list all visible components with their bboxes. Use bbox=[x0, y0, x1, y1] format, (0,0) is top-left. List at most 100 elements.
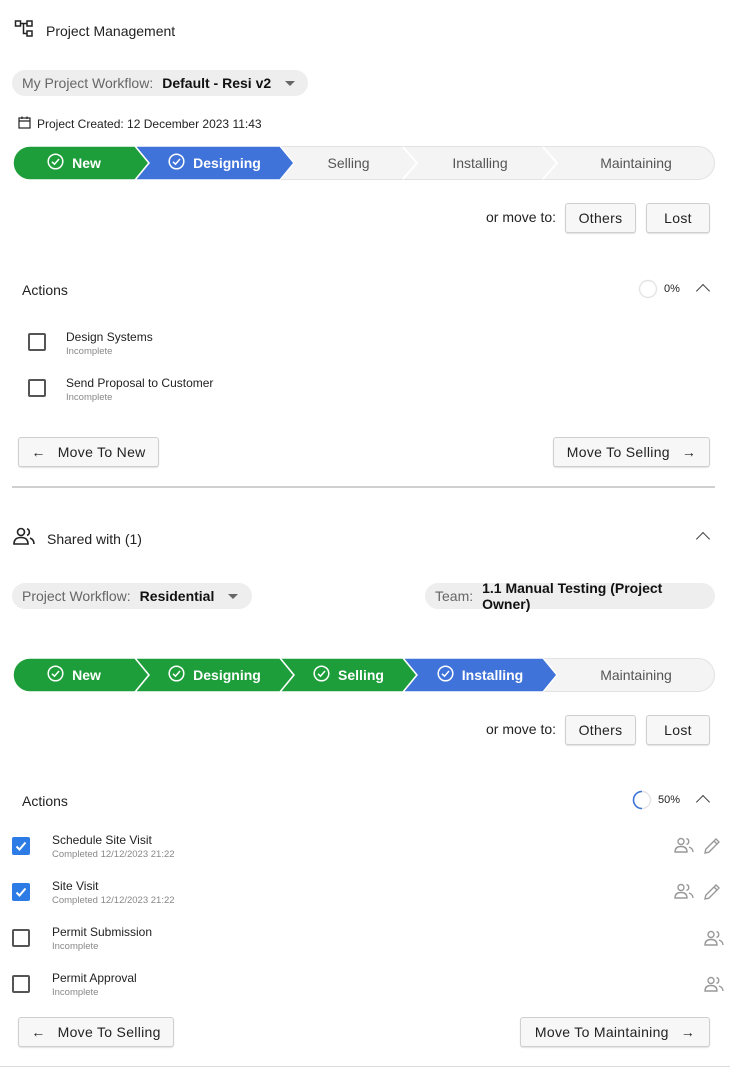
collapse-chevron-icon[interactable] bbox=[695, 794, 711, 810]
edit-pencil-icon[interactable] bbox=[702, 882, 722, 907]
lost-button[interactable]: Lost bbox=[646, 203, 710, 233]
lost-button[interactable]: Lost bbox=[646, 715, 710, 745]
stepper-step-designing[interactable]: Designing bbox=[150, 146, 280, 180]
move-back-label: Move To Selling bbox=[57, 1024, 161, 1040]
task-name: Permit Approval bbox=[52, 971, 137, 985]
task-name: Site Visit bbox=[52, 879, 99, 893]
workflow-label: My Project Workflow: bbox=[22, 75, 154, 91]
task-status: Completed 12/12/2023 21:22 bbox=[52, 895, 175, 906]
stepper-step-label: Designing bbox=[193, 667, 261, 683]
stepper-step-label: Maintaining bbox=[600, 155, 672, 171]
shared-title: Shared with (1) bbox=[47, 530, 142, 547]
task-name: Schedule Site Visit bbox=[52, 833, 152, 847]
assignee-icon[interactable] bbox=[674, 837, 694, 858]
arrow-left-icon: ← bbox=[31, 1024, 46, 1040]
task-item: Send Proposal to Customer Incomplete bbox=[66, 376, 213, 403]
calendar-icon bbox=[18, 116, 31, 132]
progress-percent: 0% bbox=[664, 283, 680, 295]
stepper-step-label: Installing bbox=[461, 667, 524, 683]
task-checkbox[interactable] bbox=[12, 975, 30, 993]
task-checkbox[interactable] bbox=[12, 837, 30, 855]
project-created: Project Created: 12 December 2023 11:43 bbox=[18, 116, 262, 132]
stepper-step-maintaining[interactable]: Maintaining bbox=[571, 658, 701, 692]
check-circle-icon bbox=[168, 153, 185, 173]
stepper-step-designing[interactable]: Designing bbox=[150, 658, 280, 692]
others-button[interactable]: Others bbox=[565, 715, 636, 745]
collapse-chevron-icon[interactable] bbox=[695, 531, 711, 547]
move-next-button[interactable]: Move To Selling → bbox=[553, 437, 710, 467]
arrow-right-icon: → bbox=[680, 1024, 696, 1040]
stage-stepper: New Designing Selling Installing Maintaining bbox=[13, 146, 715, 180]
team-badge: Team: 1.1 Manual Testing (Project Owner) bbox=[425, 580, 715, 612]
progress-ring bbox=[632, 790, 652, 810]
stepper-step-selling[interactable]: Selling bbox=[284, 146, 414, 180]
check-circle-icon bbox=[47, 665, 64, 685]
shared-header[interactable]: Shared with (1) bbox=[13, 527, 142, 550]
stepper-step-label: Designing bbox=[193, 155, 261, 171]
move-to-label: or move to: bbox=[486, 721, 557, 737]
stepper-step-installing[interactable]: Installing bbox=[415, 146, 545, 180]
task-status: Incomplete bbox=[52, 987, 99, 998]
hierarchy-icon bbox=[14, 19, 34, 44]
stepper-step-maintaining[interactable]: Maintaining bbox=[571, 146, 701, 180]
workflow-value: Residential bbox=[139, 588, 215, 604]
stepper-step-label: Selling bbox=[327, 155, 370, 171]
stepper-step-installing[interactable]: Installing bbox=[415, 658, 545, 692]
page-header: Project Management bbox=[14, 19, 175, 44]
others-button[interactable]: Others bbox=[565, 203, 636, 233]
stepper-step-label: Maintaining bbox=[600, 667, 672, 683]
stepper-step-new[interactable]: New bbox=[9, 146, 139, 180]
task-checkbox[interactable] bbox=[28, 379, 46, 397]
assignee-icon[interactable] bbox=[704, 976, 724, 997]
move-next-button[interactable]: Move To Maintaining → bbox=[520, 1017, 710, 1047]
progress-ring bbox=[638, 279, 658, 299]
checkmark-icon bbox=[15, 841, 27, 851]
caret-down-icon bbox=[228, 593, 239, 599]
task-checkbox[interactable] bbox=[12, 883, 30, 901]
actions-title: Actions bbox=[22, 282, 68, 298]
check-circle-icon bbox=[437, 665, 454, 685]
collapse-chevron-icon[interactable] bbox=[695, 283, 711, 299]
move-back-button[interactable]: ← Move To Selling bbox=[18, 1017, 174, 1047]
stepper-separator bbox=[542, 146, 559, 180]
edit-pencil-icon[interactable] bbox=[702, 836, 722, 861]
task-item: Permit Submission Incomplete bbox=[52, 925, 152, 952]
task-item: Site Visit Completed 12/12/2023 21:22 bbox=[52, 879, 175, 906]
task-status: Incomplete bbox=[66, 346, 113, 357]
task-checkbox[interactable] bbox=[12, 929, 30, 947]
stepper-step-new[interactable]: New bbox=[9, 658, 139, 692]
task-item: Schedule Site Visit Completed 12/12/2023… bbox=[52, 833, 175, 860]
task-checkbox[interactable] bbox=[28, 333, 46, 351]
my-workflow-select[interactable]: My Project Workflow: Default - Resi v2 bbox=[12, 70, 308, 96]
task-name: Permit Submission bbox=[52, 925, 153, 939]
task-status: Completed 12/12/2023 21:22 bbox=[52, 849, 175, 860]
check-circle-icon bbox=[168, 665, 185, 685]
actions-progress: 0% bbox=[638, 279, 680, 299]
assignee-icon[interactable] bbox=[704, 930, 724, 951]
team-label: Team: bbox=[435, 588, 474, 604]
task-item: Permit Approval Incomplete bbox=[52, 971, 137, 998]
move-back-label: Move To New bbox=[57, 444, 146, 460]
stepper-step-label: New bbox=[72, 155, 101, 171]
check-circle-icon bbox=[47, 153, 64, 173]
section-divider bbox=[12, 486, 715, 488]
task-status: Incomplete bbox=[66, 392, 113, 403]
progress-percent: 50% bbox=[658, 794, 681, 806]
task-status: Incomplete bbox=[52, 941, 99, 952]
stepper-step-selling[interactable]: Selling bbox=[284, 658, 414, 692]
project-workflow-select[interactable]: Project Workflow: Residential bbox=[12, 583, 252, 609]
stepper-step-label: Selling bbox=[338, 667, 384, 683]
assignee-icon[interactable] bbox=[674, 883, 694, 904]
people-icon bbox=[13, 527, 35, 550]
stepper-step-label: New bbox=[72, 667, 101, 683]
stepper-step-label: Installing bbox=[452, 155, 508, 171]
move-next-label: Move To Selling bbox=[566, 444, 670, 460]
actions-title: Actions bbox=[22, 793, 68, 809]
workflow-label: Project Workflow: bbox=[22, 588, 131, 604]
caret-down-icon bbox=[285, 80, 296, 86]
arrow-right-icon: → bbox=[681, 444, 697, 460]
team-value: 1.1 Manual Testing (Project Owner) bbox=[482, 580, 663, 612]
workflow-value: Default - Resi v2 bbox=[162, 75, 272, 91]
move-back-button[interactable]: ← Move To New bbox=[18, 437, 159, 467]
bottom-divider bbox=[0, 1066, 730, 1067]
